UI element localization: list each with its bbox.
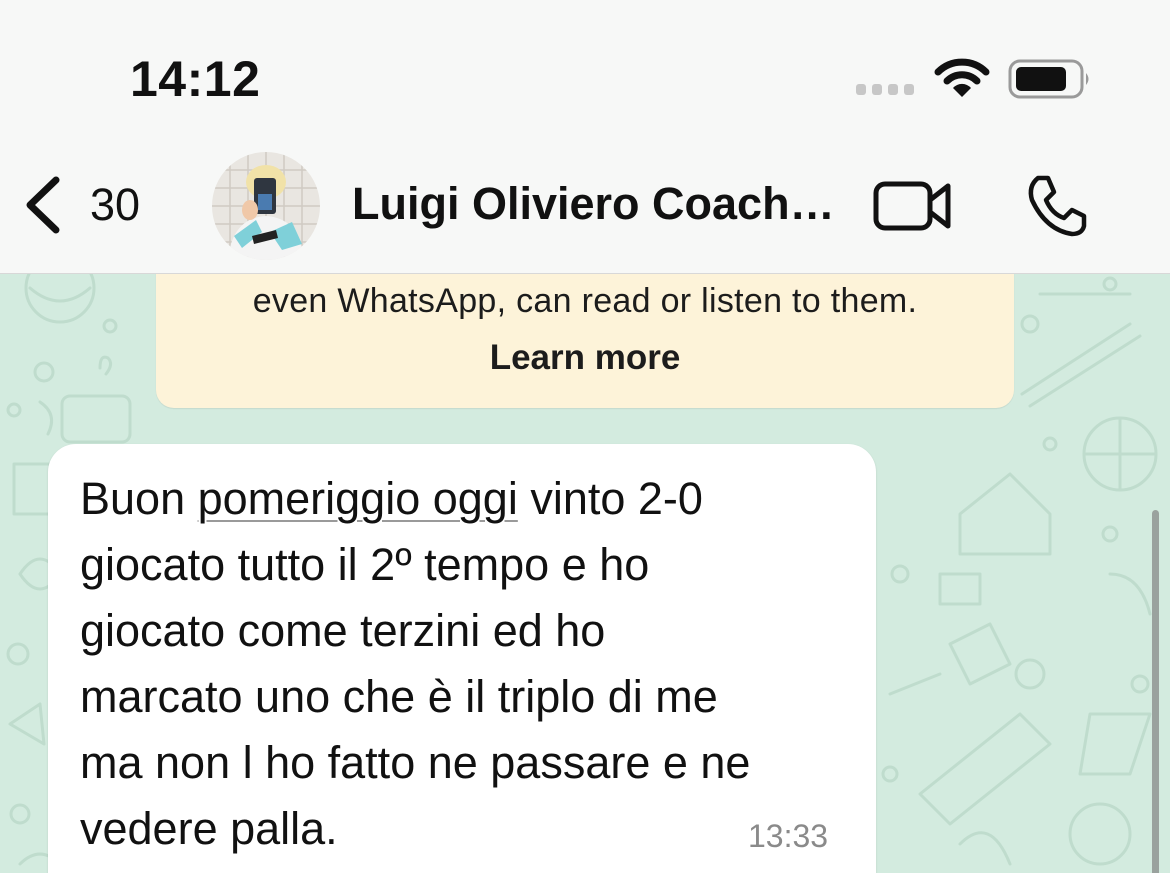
learn-more-link[interactable]: Learn more bbox=[156, 338, 1014, 378]
message-underlined-segment: pomeriggio oggi bbox=[197, 473, 518, 524]
contact-name[interactable]: Luigi Oliviero Coach… bbox=[352, 178, 835, 230]
avatar[interactable] bbox=[212, 152, 320, 260]
encryption-notice: even WhatsApp, can read or listen to the… bbox=[156, 274, 1014, 408]
avatar-photo bbox=[212, 152, 320, 260]
incoming-message-bubble[interactable]: Buon pomeriggio oggi vinto 2-0 giocato t… bbox=[48, 444, 876, 873]
message-segment: Buon bbox=[80, 473, 198, 524]
battery-icon bbox=[1008, 59, 1089, 99]
message-line: marcato uno che è il triplo di me bbox=[80, 671, 718, 722]
message-line: vedere palla. bbox=[80, 803, 338, 854]
message-timestamp: 13:33 bbox=[748, 818, 829, 854]
message-segment: vinto 2-0 bbox=[517, 473, 703, 524]
message-line: giocato come terzini ed ho bbox=[80, 605, 606, 656]
wifi-icon bbox=[934, 58, 990, 97]
unread-count: 30 bbox=[90, 179, 141, 230]
chevron-left-icon bbox=[26, 176, 60, 234]
status-bar: 14:12 bbox=[0, 0, 1170, 140]
message-line: Buon pomeriggio oggi vinto 2-0 bbox=[80, 466, 860, 532]
message-line: ma non l ho fatto ne passare e ne bbox=[80, 737, 751, 788]
message-text: Buon pomeriggio oggi vinto 2-0 giocato t… bbox=[80, 466, 860, 862]
chat-area[interactable]: even WhatsApp, can read or listen to the… bbox=[0, 274, 1170, 873]
scroll-indicator[interactable] bbox=[1152, 510, 1159, 873]
status-time: 14:12 bbox=[130, 51, 261, 107]
phone-icon[interactable] bbox=[1024, 174, 1088, 238]
whatsapp-chat-screen: 14:12 30 Luigi Oliviero Coach… even What… bbox=[0, 0, 1170, 873]
cellular-signal-icon bbox=[856, 84, 914, 95]
message-line: giocato tutto il 2º tempo e ho bbox=[80, 539, 650, 590]
back-button[interactable]: 30 bbox=[20, 170, 140, 240]
chat-header: 30 Luigi Oliviero Coach… bbox=[0, 140, 1170, 274]
video-camera-icon[interactable] bbox=[872, 178, 954, 234]
encryption-notice-text: even WhatsApp, can read or listen to the… bbox=[252, 282, 918, 320]
